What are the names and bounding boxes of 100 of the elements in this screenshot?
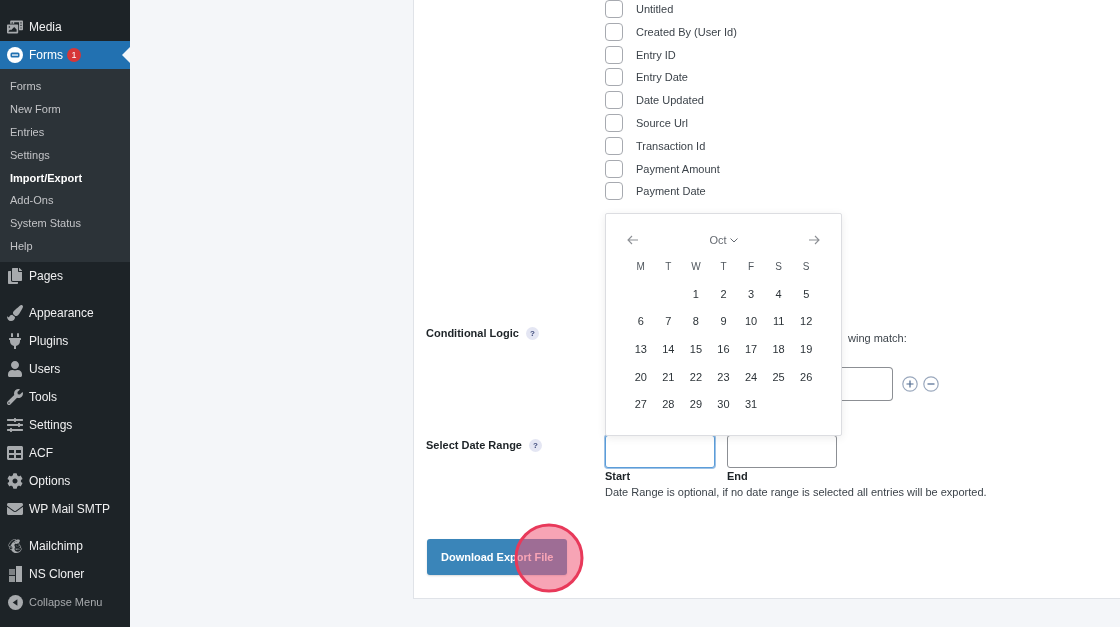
checkbox[interactable] xyxy=(605,182,623,201)
sidebar-menu-item[interactable]: Options xyxy=(0,467,130,496)
calendar-day[interactable]: 15 xyxy=(682,335,710,363)
sidebar-menu-item[interactable]: NS Cloner xyxy=(0,560,130,589)
form-icon xyxy=(7,47,23,63)
weekday-label: W xyxy=(690,259,702,274)
calendar-day[interactable]: 20 xyxy=(627,362,655,391)
sidebar-menu-item[interactable]: Settings xyxy=(0,411,130,440)
paintbrush-icon xyxy=(7,305,23,322)
calendar-day[interactable]: 30 xyxy=(709,390,738,419)
submenu-item[interactable]: System Status xyxy=(0,211,130,235)
calendar-day[interactable]: 2 xyxy=(709,279,738,308)
calendar-day[interactable]: 26 xyxy=(792,362,820,391)
sidebar-menu-item[interactable]: Media xyxy=(0,13,130,41)
date-field[interactable] xyxy=(605,435,715,468)
calendar-day[interactable]: 9 xyxy=(709,307,738,336)
month-dropdown[interactable]: Oct xyxy=(709,234,738,246)
calendar-day[interactable]: 21 xyxy=(654,362,683,391)
checkbox[interactable] xyxy=(605,68,623,87)
minus-icon xyxy=(923,376,939,392)
calendar-day[interactable]: 19 xyxy=(792,335,820,363)
right-arrow-icon xyxy=(808,235,820,245)
date-field-caption: End xyxy=(727,469,749,484)
calendar-day[interactable]: 23 xyxy=(709,362,738,391)
submenu-item[interactable]: Help xyxy=(0,234,130,258)
weekday-label: T xyxy=(719,259,728,274)
sidebar-menu-item[interactable]: Plugins xyxy=(0,327,130,356)
calendar-day[interactable]: 3 xyxy=(737,279,765,308)
calendar-day[interactable]: 16 xyxy=(709,335,738,363)
blocks-icon xyxy=(7,566,23,583)
sidebar-menu-item[interactable]: Users xyxy=(0,355,130,384)
plug-icon xyxy=(7,333,23,350)
photos-icon xyxy=(7,19,23,35)
calendar-day[interactable]: 14 xyxy=(654,335,683,363)
envelope-icon xyxy=(7,501,23,518)
calendar-day[interactable]: 11 xyxy=(764,307,793,336)
help-button[interactable]: ? xyxy=(529,438,542,452)
value-field[interactable] xyxy=(841,367,893,401)
calendar-day[interactable]: 22 xyxy=(682,362,710,391)
calendar-day[interactable]: 10 xyxy=(737,307,765,336)
count-badge: 1 xyxy=(67,48,81,62)
calendar-day[interactable]: 28 xyxy=(654,390,683,419)
calendar-day[interactable]: 29 xyxy=(682,390,710,419)
sliders-icon xyxy=(7,417,23,434)
calendar-day[interactable]: 13 xyxy=(627,335,655,363)
left-arrow-icon xyxy=(627,235,639,245)
pages-icon xyxy=(7,268,23,285)
calendar-day[interactable]: 17 xyxy=(737,335,765,363)
field-option-label: Entry ID xyxy=(636,48,676,61)
calendar-day[interactable]: 27 xyxy=(627,390,655,419)
user-icon xyxy=(7,361,23,378)
date-field-caption: Start xyxy=(605,469,632,484)
wrench-icon xyxy=(7,389,23,406)
calendar-day[interactable]: 12 xyxy=(792,307,820,336)
checkbox[interactable] xyxy=(605,114,623,132)
calendar-day[interactable]: 18 xyxy=(764,335,793,363)
calendar-day[interactable]: 5 xyxy=(792,279,820,308)
field-option-label: Payment Amount xyxy=(636,162,720,175)
previous-month-button[interactable] xyxy=(627,234,639,246)
sidebar-menu-item[interactable]: Pages xyxy=(0,262,130,291)
add-rule-button[interactable] xyxy=(902,376,918,392)
checkbox[interactable] xyxy=(605,159,623,178)
collapse-menu-link[interactable]: Collapse Menu xyxy=(0,588,130,617)
submenu-item[interactable]: Forms xyxy=(0,75,130,98)
calendar-day[interactable]: 4 xyxy=(764,279,793,308)
checkbox[interactable] xyxy=(605,91,623,110)
calendar-day[interactable]: 25 xyxy=(764,362,793,391)
weekday-label: T xyxy=(664,259,673,274)
weekday-label: F xyxy=(747,259,756,274)
sidebar-menu-item[interactable]: Forms 1 xyxy=(0,41,130,69)
date-field[interactable] xyxy=(727,435,837,468)
calendar-day[interactable]: 1 xyxy=(682,279,710,308)
remove-rule-button[interactable] xyxy=(923,376,939,392)
checkbox[interactable] xyxy=(605,136,623,155)
calendar-day[interactable]: 24 xyxy=(737,362,765,391)
field-option-label: Entry Date xyxy=(636,71,688,84)
sidebar-menu-item[interactable]: Tools xyxy=(0,383,130,412)
checkbox[interactable] xyxy=(605,0,623,18)
submenu-item[interactable]: Settings xyxy=(0,143,130,167)
calendar-day[interactable]: 6 xyxy=(627,307,655,336)
checkbox[interactable] xyxy=(605,22,623,41)
submenu-item[interactable]: Add-Ons xyxy=(0,189,130,212)
calendar-day[interactable]: 7 xyxy=(654,307,683,336)
plus-icon xyxy=(902,376,918,392)
field-option-label: Transaction Id xyxy=(636,139,706,152)
submenu-item[interactable]: Entries xyxy=(0,120,130,144)
calendar-day[interactable]: 31 xyxy=(737,390,765,419)
submenu-item[interactable]: Import/Export xyxy=(0,166,130,189)
sidebar-menu-item[interactable]: ACF xyxy=(0,439,130,468)
checkbox[interactable] xyxy=(605,45,623,64)
submenu-item[interactable]: New Form xyxy=(0,97,130,121)
next-month-button[interactable] xyxy=(808,234,820,246)
help-button[interactable]: ? xyxy=(525,326,539,340)
sidebar-menu-item[interactable]: Mailchimp xyxy=(0,532,130,561)
sidebar-menu-item[interactable]: Appearance xyxy=(0,299,130,328)
calendar-day[interactable]: 8 xyxy=(682,307,710,336)
weekday-label: S xyxy=(774,259,783,274)
sidebar-menu-item[interactable]: WP Mail SMTP xyxy=(0,495,130,524)
field-option-label: Created By (User Id) xyxy=(636,25,737,38)
field-label: Conditional Logic xyxy=(426,327,519,339)
